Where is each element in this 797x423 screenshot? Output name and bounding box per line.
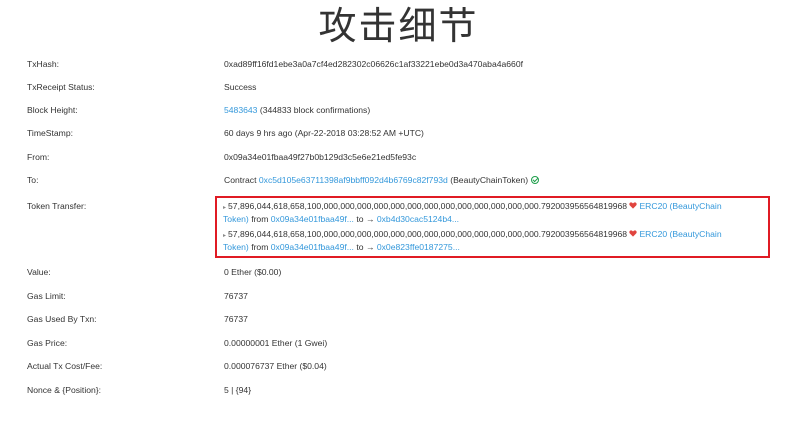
transfer-2-amount: 57,896,044,618,658,100,000,000,000,000,0… (228, 229, 628, 239)
transfer-1-token-link[interactable]: ERC20 (BeautyChain (639, 201, 721, 211)
status-value: Success (224, 82, 257, 92)
nonce-label: Nonce & {Position}: (27, 385, 102, 395)
txhash-label: TxHash: (27, 59, 59, 69)
from-label: From: (27, 152, 50, 162)
contract-name: (BeautyChainToken) (450, 175, 529, 185)
transfer-1-to-link[interactable]: 0xb4d30cac5124b4... (377, 214, 459, 224)
nonce-value: 5 | {94} (224, 385, 252, 395)
check-circle-icon (531, 176, 540, 184)
transfer-1-line-1: ▸ 57,896,044,618,658,100,000,000,000,000,… (223, 201, 722, 214)
transfer-2-token-link-cont[interactable]: Token) (223, 242, 249, 252)
timestamp-label: TimeStamp: (27, 128, 74, 138)
transfer-1-from-word: from (251, 214, 269, 224)
block-number-link[interactable]: 5483643 (224, 105, 257, 115)
status-label: TxReceipt Status: (27, 82, 95, 92)
block-confirmations: (344833 block confirmations) (259, 105, 371, 115)
heart-icon (629, 230, 638, 237)
to-label: To: (27, 175, 39, 185)
heart-icon (629, 202, 638, 209)
to-prefix: Contract (224, 175, 257, 185)
transfer-1-from-link[interactable]: 0x09a34e01fbaa49f... (271, 214, 354, 224)
contract-address-link[interactable]: 0xc5d105e63711398af9bbff092d4b6769c82f79… (259, 175, 448, 185)
gas-price-value: 0.00000001 Ether (1 Gwei) (224, 338, 328, 348)
gas-used-label: Gas Used By Txn: (27, 314, 97, 324)
transfer-2-to-link[interactable]: 0x0e823ffe0187275... (377, 242, 460, 252)
value-label: Value: (27, 267, 51, 277)
gas-limit-value: 76737 (224, 291, 248, 301)
timestamp-value: 60 days 9 hrs ago (Apr-22-2018 03:28:52 … (224, 128, 424, 138)
gas-limit-label: Gas Limit: (27, 291, 66, 301)
transfer-1-amount: 57,896,044,618,658,100,000,000,000,000,0… (228, 201, 628, 211)
transfer-2-from-word: from (251, 242, 269, 252)
transfer-1-line-2: Token) from 0x09a34e01fbaa49f... to → 0x… (223, 214, 459, 225)
block-height-label: Block Height: (27, 105, 78, 115)
gas-used-value: 76737 (224, 314, 248, 324)
transfer-2-from-link[interactable]: 0x09a34e01fbaa49f... (271, 242, 354, 252)
token-transfer-label: Token Transfer: (27, 201, 87, 211)
tx-fee-value: 0.000076737 Ether ($0.04) (224, 361, 327, 371)
page-title: 攻击细节 (318, 4, 479, 48)
bullet-icon: ▸ (223, 205, 227, 211)
gas-price-label: Gas Price: (27, 338, 68, 348)
transfer-2-token-link[interactable]: ERC20 (BeautyChain (639, 229, 721, 239)
to-value: Contract 0xc5d105e63711398af9bbff092d4b6… (224, 174, 540, 186)
txhash-value: 0xad89ff16fd1ebe3a0a7cf4ed282302c06626c1… (224, 59, 524, 69)
transfer-2-line-1: ▸ 57,896,044,618,658,100,000,000,000,000,… (223, 229, 722, 242)
transfer-2-line-2: Token) from 0x09a34e01fbaa49f... to → 0x… (223, 242, 460, 253)
tx-fee-label: Actual Tx Cost/Fee: (27, 361, 103, 371)
block-height-value: 5483643 (344833 block confirmations) (224, 104, 370, 116)
transfer-1-token-link-cont[interactable]: Token) (223, 214, 249, 224)
value-value: 0 Ether ($0.00) (224, 267, 282, 277)
from-address-link[interactable]: 0x09a34e01fbaa49f27b0b129d3c5e6e21ed5fe9… (224, 151, 416, 163)
bullet-icon: ▸ (223, 233, 227, 239)
transfer-2-to-word: to → (356, 242, 375, 252)
transfer-1-to-word: to → (356, 214, 375, 224)
